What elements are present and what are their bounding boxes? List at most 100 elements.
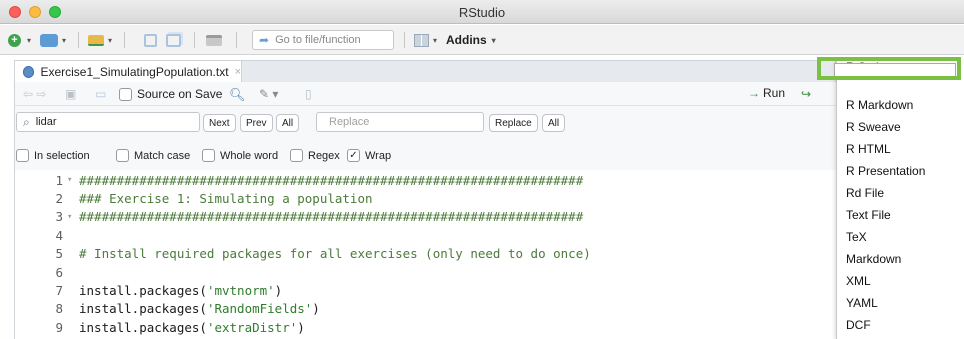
compile-report-icon[interactable]: ▯ [305,87,312,101]
line-number: 1 [55,172,63,188]
code-text: # Install required packages for all exer… [79,246,591,262]
replace-button[interactable]: Replace [489,114,538,132]
menu-item-dcf[interactable]: DCF [846,318,871,332]
search-value: lidar [35,116,57,128]
code-editor[interactable]: 1 ▾ ######################################… [14,170,836,339]
workspace-panes-button[interactable]: ▾ [414,31,437,49]
code-text: install.packages('RandomFields') [79,301,320,317]
green-highlight-box [817,57,961,80]
code-line[interactable]: 9 install.packages('extraDistr') [15,318,305,336]
toolbar-divider [404,32,405,48]
code-line[interactable]: 1 ▾ ######################################… [15,171,583,189]
save-all-icon [166,33,181,47]
checkbox-icon [202,149,215,162]
run-label: Run [763,86,786,100]
close-tab-icon[interactable]: × [235,66,241,78]
folder-open-icon [88,34,104,46]
menu-item-r-html[interactable]: R HTML [846,142,891,156]
line-number: 8 [55,301,63,317]
editor-toolbar: ⇦ ⇨ ▣ ▭ Source on Save 🔍︎ ✎ ▾ ▯ → Run ↪ [14,82,836,106]
goto-file-function-input[interactable]: ➦ Go to file/function [252,30,394,50]
whole-word-checkbox[interactable]: Whole word [202,149,278,162]
chevron-down-icon: ▾ [27,35,32,45]
code-line[interactable]: 3 ▾ ######################################… [15,208,583,226]
save-icon [144,33,157,47]
menu-item-rd-file[interactable]: Rd File [846,186,884,200]
text-file-icon [23,65,35,78]
menu-item-text-file[interactable]: Text File [846,208,891,222]
new-project-button[interactable]: ▾ [40,31,66,49]
code-line[interactable]: 5 # Install required packages for all exe… [15,245,591,263]
chevron-down-icon: ▾ [491,35,496,45]
new-file-button[interactable]: + ▾ [8,31,31,49]
find-replace-icon[interactable]: 🔍︎ [229,87,246,103]
toolbar-divider [124,32,125,48]
checkbox-icon [116,149,129,162]
line-number: 7 [55,282,63,298]
editor-tab[interactable]: Exercise1_SimulatingPopulation.txt × [14,60,242,82]
show-in-window-icon[interactable]: ▣ [65,87,76,101]
save-all-button[interactable] [166,31,181,49]
chevron-down-icon: ▾ [108,35,113,45]
goto-placeholder: Go to file/function [275,34,361,46]
chevron-down-icon: ▾ [62,35,67,45]
checkbox-icon [290,149,303,162]
menu-item-xml[interactable]: XML [846,274,871,288]
checkbox-icon [16,149,29,162]
window-title: RStudio [458,5,506,20]
title-bar: RStudio [0,0,964,24]
line-number: 2 [55,190,63,206]
source-on-save-label: Source on Save [137,87,223,101]
code-text: install.packages('extraDistr') [79,319,305,335]
wrap-label: Wrap [365,149,392,162]
menu-item-r-sweave[interactable]: R Sweave [846,120,901,134]
line-number: 4 [55,227,63,243]
menu-item-r-markdown[interactable]: R Markdown [846,98,913,112]
fold-chevron-icon[interactable]: ▾ [67,212,79,222]
find-prev-button[interactable]: Prev [240,114,273,132]
save-file-icon[interactable]: ▭ [95,87,106,101]
code-text: ### Exercise 1: Simulating a population [79,190,373,206]
line-number: 6 [55,264,63,280]
toolbar-divider [194,32,195,48]
search-input[interactable]: ⌕ lidar [16,112,200,132]
in-selection-label: In selection [34,149,90,162]
menu-item-yaml[interactable]: YAML [846,296,878,310]
new-file-dropdown-menu: R ScriptR MarkdownR SweaveR HTMLR Presen… [836,58,964,339]
open-file-button[interactable]: ▾ [88,31,112,49]
find-next-button[interactable]: Next [203,114,236,132]
replace-all-button[interactable]: All [542,114,566,132]
rerun-icon[interactable]: ↪ [801,87,811,101]
find-all-button[interactable]: All [276,114,300,132]
code-text: ########################################… [79,172,584,188]
toolbar-divider [78,32,79,48]
checkbox-icon [119,87,132,101]
regex-checkbox[interactable]: Regex [290,149,340,162]
code-line[interactable]: 8 install.packages('RandomFields') [15,300,320,318]
code-line[interactable]: 4 [15,226,79,244]
project-icon [40,33,58,47]
back-forward-icon[interactable]: ⇦ ⇨ [23,87,46,101]
replace-input[interactable]: Replace [316,112,484,132]
code-line[interactable]: 6 [15,263,79,281]
menu-item-r-presentation[interactable]: R Presentation [846,164,925,178]
code-line[interactable]: 7 install.packages('mvtnorm') [15,281,282,299]
save-button[interactable] [144,31,157,49]
toolbar-divider [236,32,237,48]
whole-word-label: Whole word [220,149,279,162]
addins-menu[interactable]: Addins ▾ [446,31,496,49]
print-button[interactable] [206,31,222,49]
code-line[interactable]: 2 ### Exercise 1: Simulating a population [15,189,373,207]
code-text: ########################################… [79,209,584,225]
wrap-checkbox[interactable]: ✓ Wrap [347,149,391,162]
source-on-save-checkbox[interactable]: Source on Save [119,87,222,101]
match-case-checkbox[interactable]: Match case [116,149,190,162]
regex-label: Regex [308,149,340,162]
line-number: 9 [55,319,63,335]
run-button[interactable]: → Run [748,86,785,100]
menu-item-markdown[interactable]: Markdown [846,252,901,266]
in-selection-checkbox[interactable]: In selection [16,149,90,162]
code-tools-wand-icon[interactable]: ✎ ▾ [259,87,278,101]
fold-chevron-icon[interactable]: ▾ [67,175,79,185]
menu-item-tex[interactable]: TeX [846,230,867,244]
